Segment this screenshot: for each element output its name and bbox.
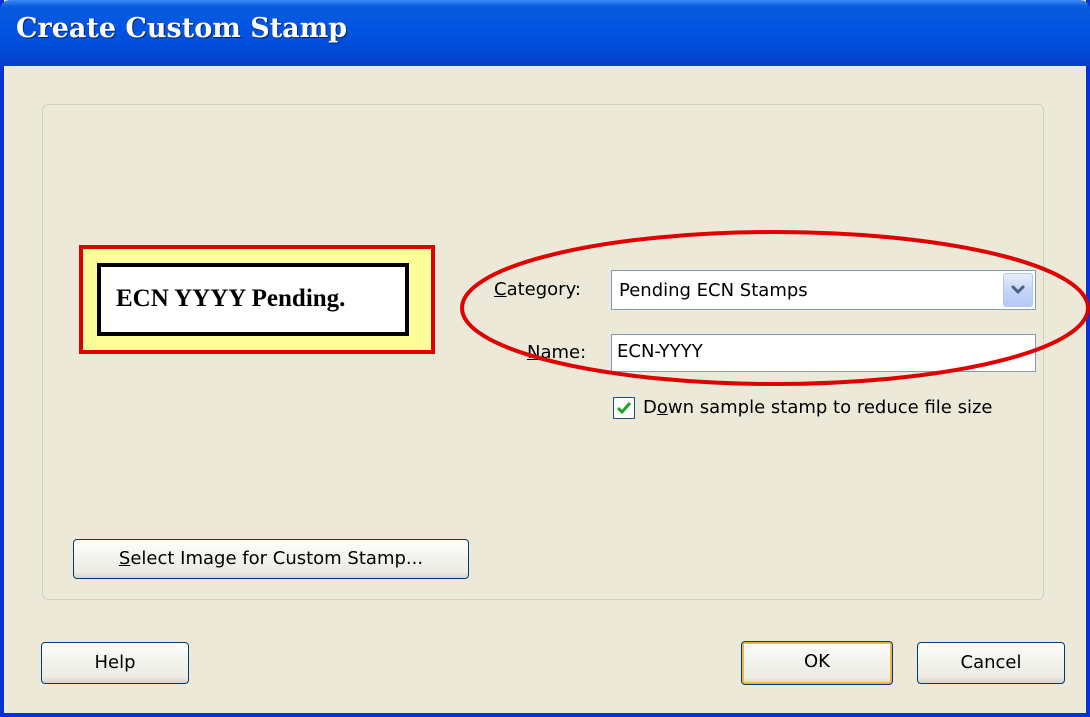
title-bar[interactable]: Create Custom Stamp [0, 0, 1090, 66]
checkmark-icon [616, 402, 632, 415]
downsample-label-prefix: D [643, 397, 657, 418]
name-input[interactable]: ECN-YYYY [611, 334, 1036, 372]
category-dropdown-button[interactable] [1003, 273, 1033, 307]
downsample-checkbox-label[interactable]: Down sample stamp to reduce file size [643, 397, 993, 418]
ok-button[interactable]: OK [741, 641, 893, 685]
name-label-text: ame: [540, 342, 587, 363]
window-title: Create Custom Stamp [16, 13, 348, 44]
help-button[interactable]: Help [41, 642, 189, 684]
category-label-accesskey: C [494, 279, 507, 300]
downsample-label-accesskey: o [656, 397, 668, 418]
cancel-button[interactable]: Cancel [917, 642, 1065, 684]
select-image-button[interactable]: Select Image for Custom Stamp... [73, 539, 469, 579]
name-input-value: ECN-YYYY [617, 341, 703, 362]
downsample-label-text: wn sample stamp to reduce file size [667, 397, 993, 418]
category-select[interactable]: Pending ECN Stamps [611, 270, 1036, 310]
downsample-checkbox[interactable] [613, 397, 635, 419]
name-label-accesskey: N [527, 342, 541, 363]
category-label-text: ategory: [506, 279, 581, 300]
select-image-label: elect Image for Custom Stamp... [130, 548, 424, 569]
select-image-accesskey: S [118, 548, 131, 569]
chevron-down-icon [1011, 285, 1025, 294]
stamp-preview-text: ECN YYYY Pending. [116, 285, 346, 312]
category-label: Category: [494, 279, 581, 300]
category-select-value: Pending ECN Stamps [619, 280, 808, 301]
name-label: Name: [527, 342, 586, 363]
